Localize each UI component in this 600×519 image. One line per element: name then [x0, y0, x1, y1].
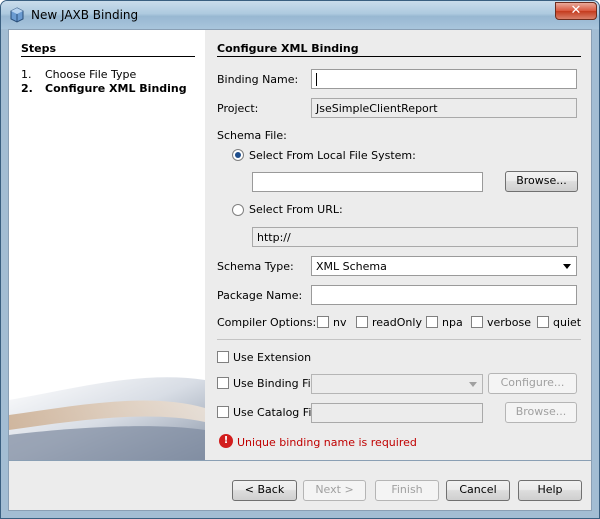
button-bar: < Back Next > Finish Cancel Help	[8, 461, 592, 511]
dialog-body: Steps 1. Choose File Type 2. Configure XML…	[8, 29, 592, 461]
close-icon: ✕	[570, 3, 582, 18]
text-caret	[316, 73, 317, 86]
netbeans-cube-icon	[10, 7, 24, 23]
browse-catalog-button: Browse...	[505, 402, 577, 423]
option-readonly-label[interactable]: readOnly	[372, 316, 422, 329]
option-quiet-label[interactable]: quiet	[553, 316, 581, 329]
schema-type-dropdown[interactable]: XML Schema	[311, 256, 577, 276]
close-button[interactable]: ✕	[555, 2, 597, 20]
option-npa-checkbox[interactable]	[426, 316, 438, 328]
compiler-options-label: Compiler Options:	[217, 316, 317, 329]
binding-name-input[interactable]	[311, 69, 577, 89]
help-button[interactable]: Help	[518, 480, 582, 501]
use-binding-file-label[interactable]: Use Binding File	[233, 377, 321, 390]
catalog-file-input	[311, 403, 483, 423]
local-file-system-radio[interactable]	[232, 149, 244, 161]
steps-panel: Steps 1. Choose File Type 2. Configure XML…	[9, 30, 205, 460]
url-label[interactable]: Select From URL:	[249, 203, 343, 216]
use-binding-file-checkbox[interactable]	[217, 377, 229, 389]
chevron-down-icon	[469, 382, 477, 387]
option-verbose-checkbox[interactable]	[471, 316, 483, 328]
local-file-input[interactable]	[252, 172, 483, 192]
binding-name-label: Binding Name:	[217, 73, 299, 86]
package-name-label: Package Name:	[217, 289, 303, 302]
schema-type-label: Schema Type:	[217, 260, 294, 273]
back-button[interactable]: < Back	[232, 480, 297, 501]
steps-divider	[21, 56, 195, 57]
step-label: Configure XML Binding	[45, 82, 187, 95]
browse-button[interactable]: Browse...	[505, 171, 578, 192]
steps-heading: Steps	[21, 42, 57, 55]
url-radio[interactable]	[232, 204, 244, 216]
option-npa-label[interactable]: npa	[442, 316, 463, 329]
local-file-system-label[interactable]: Select From Local File System:	[249, 149, 416, 162]
package-name-input[interactable]	[311, 285, 577, 305]
option-nv-label[interactable]: nv	[333, 316, 346, 329]
title-bar[interactable]: New JAXB Binding ✕	[1, 1, 599, 29]
cancel-button[interactable]: Cancel	[446, 480, 510, 501]
configure-button: Configure...	[488, 373, 577, 394]
option-verbose-label[interactable]: verbose	[487, 316, 531, 329]
schema-file-label: Schema File:	[217, 129, 287, 142]
project-field: JseSimpleClientReport	[311, 98, 577, 118]
step-number: 1.	[21, 68, 32, 81]
use-catalog-file-checkbox[interactable]	[217, 406, 229, 418]
step-item-configure-xml-binding: 2. Configure XML Binding	[21, 82, 187, 95]
dialog-window: New JAXB Binding ✕ Steps 1. Choose File T…	[0, 0, 600, 519]
option-readonly-checkbox[interactable]	[356, 316, 368, 328]
option-nv-checkbox[interactable]	[317, 316, 329, 328]
configure-panel: Configure XML Binding Binding Name: Proj…	[205, 30, 591, 460]
binding-file-dropdown	[311, 374, 483, 394]
options-separator	[217, 339, 581, 340]
next-button: Next >	[303, 480, 366, 501]
configure-divider	[217, 56, 581, 57]
use-extension-checkbox[interactable]	[217, 351, 229, 363]
option-quiet-checkbox[interactable]	[537, 316, 549, 328]
error-icon: !	[219, 434, 233, 448]
error-message: Unique binding name is required	[237, 436, 417, 449]
configure-heading: Configure XML Binding	[217, 42, 359, 55]
project-label: Project:	[217, 102, 259, 115]
decorative-swoosh	[9, 377, 205, 460]
use-extension-label[interactable]: Use Extension	[233, 351, 311, 364]
step-number: 2.	[21, 82, 33, 95]
window-title: New JAXB Binding	[31, 8, 139, 22]
step-item-choose-file-type: 1. Choose File Type	[21, 68, 136, 81]
url-input: http://	[252, 227, 578, 247]
chevron-down-icon	[563, 264, 571, 269]
use-catalog-file-label[interactable]: Use Catalog File	[233, 406, 321, 419]
step-label: Choose File Type	[45, 68, 137, 81]
dialog-footer: < Back Next > Finish Cancel Help	[1, 461, 599, 518]
finish-button: Finish	[375, 480, 439, 501]
